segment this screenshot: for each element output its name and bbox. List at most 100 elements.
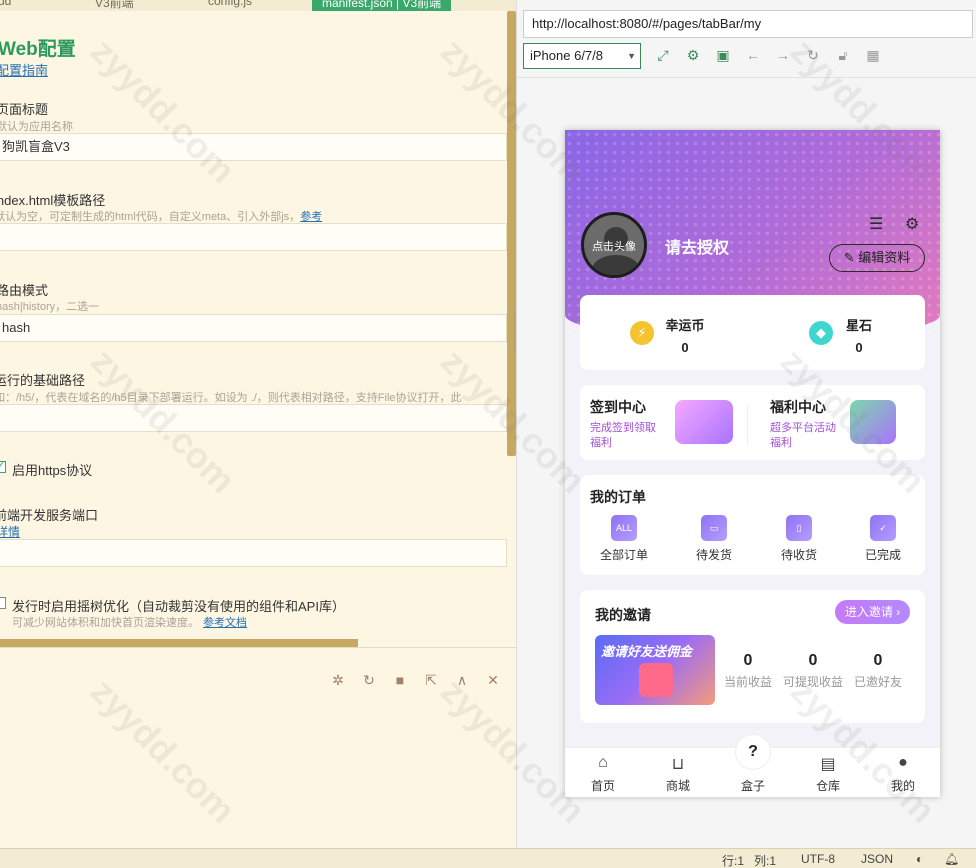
orders-card: 我的订单 ALL 全部订单 ▭ 待发货 ▯ 待收货 ✓ 已完成 — [580, 475, 925, 575]
editor-tab[interactable]: config.js — [208, 0, 252, 11]
lucky-coin-stat[interactable]: 幸运币 0 — [660, 315, 710, 355]
status-bar: 行:1 列:1 UTF-8 JSON ◐ 🔔︎ — [0, 848, 976, 868]
vertical-scrollbar[interactable] — [507, 11, 516, 456]
forward-icon[interactable]: → — [774, 47, 792, 64]
section-title: Web配置 — [0, 39, 76, 60]
tab-label: 商城 — [665, 779, 690, 793]
lock-icon[interactable]: 🔓︎ — [834, 47, 852, 64]
order-to-ship[interactable]: ▭ 待发货 — [684, 515, 744, 563]
notification-icon[interactable]: ◐ — [916, 852, 923, 866]
chevron-down-icon: ▼ — [627, 51, 636, 61]
encoding[interactable]: UTF-8 — [801, 852, 835, 866]
box-icon: ▤ — [820, 756, 836, 773]
order-all-icon: ALL — [611, 515, 637, 541]
order-receive-icon: ▯ — [786, 515, 812, 541]
stop-icon[interactable]: ■ — [391, 672, 409, 689]
star-stone-stat[interactable]: 星石 0 — [839, 315, 879, 355]
tab-warehouse[interactable]: ▤ 仓库 — [798, 754, 858, 794]
bug-icon[interactable]: ✲ — [329, 672, 347, 689]
tab-home[interactable]: ⌂ 首页 — [573, 754, 633, 794]
order-label: 已完成 — [864, 548, 901, 562]
home-icon: ⌂ — [598, 754, 608, 771]
invite-stat-label: 已邀好友 — [853, 675, 902, 689]
user-avatar-icon: ● — [898, 754, 908, 771]
user-name[interactable]: 请去授权 — [665, 234, 729, 258]
divider — [0, 647, 516, 648]
orders-title: 我的订单 — [590, 489, 646, 505]
terminal-icon[interactable]: ▣ — [714, 47, 732, 64]
reload-icon[interactable]: ↻ — [804, 47, 822, 64]
avatar-label: 点击头像 — [592, 241, 636, 253]
editor-tab-active[interactable]: manifest.json | V3前端 — [312, 0, 452, 11]
welfare-image — [850, 400, 896, 444]
chevron-up-icon[interactable]: ∧ — [453, 672, 471, 689]
https-label: 启用https协议 — [12, 463, 93, 478]
order-all[interactable]: ALL 全部订单 — [594, 515, 654, 563]
edit-profile-button[interactable]: ✎ 编辑资料 — [829, 244, 925, 272]
field-desc: 默认为应用名称 — [0, 121, 73, 133]
bag-icon: ⊔ — [671, 756, 685, 773]
mystery-box-icon[interactable]: ? — [735, 734, 771, 770]
device-select[interactable]: iPhone 6/7/8 ▼ — [523, 43, 641, 69]
back-icon[interactable]: ← — [744, 47, 762, 64]
port-input[interactable] — [0, 539, 507, 567]
order-to-receive[interactable]: ▯ 待收货 — [769, 515, 829, 563]
tab-mall[interactable]: ⊔ 商城 — [648, 754, 708, 794]
treeshake-docs-link[interactable]: 参考文档 — [203, 617, 247, 629]
device-select-value: iPhone 6/7/8 — [530, 48, 604, 63]
editor-tab[interactable]: V3前端 — [95, 0, 134, 11]
message-icon[interactable]: ☰ — [869, 214, 883, 234]
cursor-column[interactable]: 列:1 — [754, 852, 776, 868]
grid-icon[interactable]: ▦ — [864, 47, 882, 64]
field-desc: 默认为空，可定制生成的html代码，自定义meta、引入外部js，参考 — [0, 211, 323, 223]
url-input[interactable]: http://localhost:8080/#/pages/tabBar/my — [523, 10, 973, 38]
router-mode-input[interactable]: hash — [0, 314, 507, 342]
rotate-icon[interactable]: ⤢ — [654, 47, 672, 64]
guide-link[interactable]: 配置指南 — [0, 60, 48, 79]
center-card: 签到中心 完成签到领取福利 福利中心 超多平台活动福利 — [580, 385, 925, 460]
field-desc: hash|history，二选一 — [0, 301, 100, 313]
tab-label: 盒子 — [740, 779, 765, 793]
order-ship-icon: ▭ — [701, 515, 727, 541]
treeshake-desc: 可减少网站体积和加快首页渲染速度。 参考文档 — [12, 617, 247, 629]
browser-panel: http://localhost:8080/#/pages/tabBar/my … — [516, 0, 976, 848]
invite-stat-value: 0 — [743, 652, 753, 669]
tab-bar: ⌂ 首页 ⊔ 商城 盒子 ? ▤ 仓库 ● 我的 — [565, 734, 940, 797]
order-completed[interactable]: ✓ 已完成 — [853, 515, 913, 563]
refresh-icon[interactable]: ↻ — [360, 672, 378, 689]
order-label: 待收货 — [780, 548, 817, 562]
language-mode[interactable]: JSON — [861, 852, 893, 866]
settings-icon[interactable]: ⚙ — [905, 214, 919, 234]
base-path-input[interactable] — [0, 404, 507, 432]
cursor-line[interactable]: 行:1 — [722, 852, 744, 868]
sign-in-sub: 完成签到领取福利 — [590, 422, 656, 449]
avatar-body — [592, 255, 640, 275]
field-label: index.html模板路径 — [0, 193, 106, 208]
console-toolbar: ✲ ↻ ■ ⇱ ∧ ✕ — [329, 672, 502, 689]
export-icon[interactable]: ⇱ — [422, 672, 440, 689]
editor-tab[interactable]: ud — [0, 0, 11, 11]
reference-link[interactable]: 参考 — [300, 211, 322, 223]
field-label: 运行的基础路径 — [0, 373, 86, 388]
bell-icon[interactable]: 🔔︎ — [944, 852, 959, 866]
invite-card: 我的邀请 进入邀请 › 邀请好友送佣金 0 当前收益 0 可提现收益 0 已邀好… — [580, 590, 925, 723]
enter-invite-button[interactable]: 进入邀请 › — [835, 600, 910, 624]
invite-banner[interactable]: 邀请好友送佣金 — [595, 635, 715, 705]
stat-value: 0 — [855, 340, 863, 355]
tab-my[interactable]: ● 我的 — [873, 754, 933, 794]
invite-stat-value: 0 — [808, 652, 818, 669]
settings-icon[interactable]: ⚙ — [684, 47, 702, 64]
field-label: 页面标题 — [0, 102, 49, 117]
invite-stat-value: 0 — [873, 652, 883, 669]
avatar[interactable]: 点击头像 — [581, 212, 647, 278]
sign-in-title[interactable]: 签到中心 — [590, 397, 646, 417]
browser-toolbar: ⤢ ⚙ ▣ ← → ↻ 🔓︎ ▦ — [654, 47, 882, 64]
horizontal-scrollbar[interactable] — [0, 639, 358, 647]
close-down-icon[interactable]: ✕ — [484, 672, 502, 689]
page-title-input[interactable]: 狗凯盲盒V3 — [0, 133, 507, 161]
treeshake-checkbox[interactable] — [0, 597, 6, 609]
template-path-input[interactable] — [0, 223, 507, 251]
port-details-link[interactable]: 详情 — [0, 523, 20, 540]
https-checkbox[interactable] — [0, 459, 6, 473]
welfare-title[interactable]: 福利中心 — [770, 397, 826, 417]
